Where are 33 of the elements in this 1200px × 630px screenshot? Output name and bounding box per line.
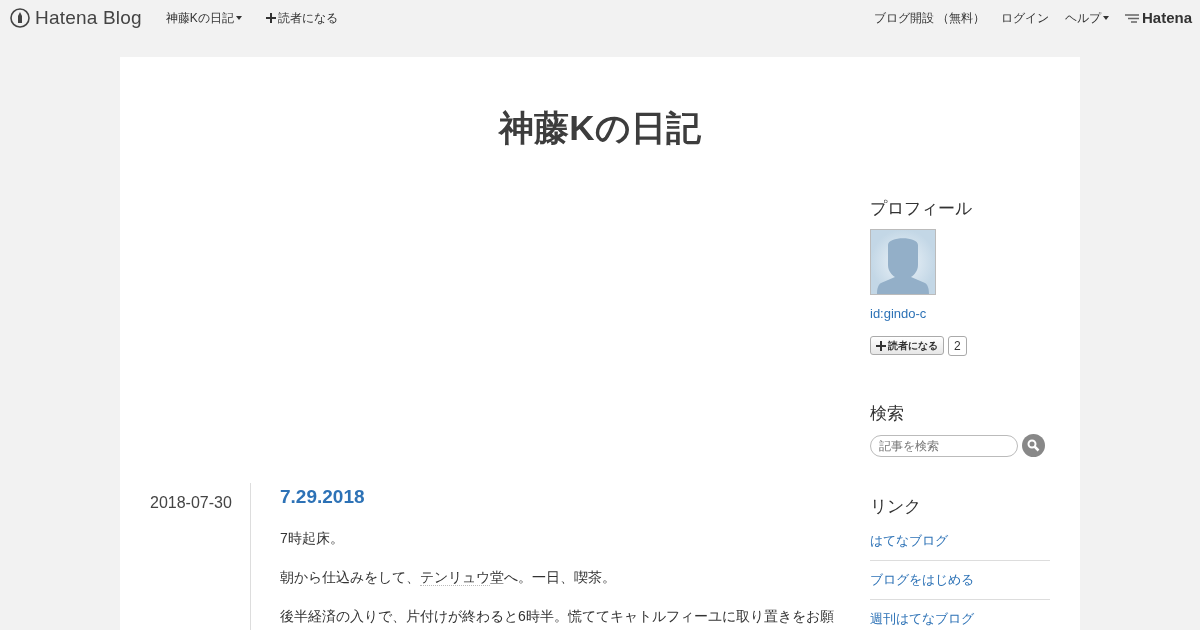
nav-link[interactable]: ブログ開設 （無料） [873,9,985,27]
logo-icon [10,8,30,28]
paragraph: 7時起床。 [280,528,345,548]
subscribe-button[interactable]: 読者になる [870,336,944,356]
section-heading: 検索 [870,403,905,425]
wind-icon [1124,13,1139,23]
section-heading: リンク [870,497,922,518]
paragraph: 朝から仕込みをして、テンリュウ堂へ。一日、喫茶。 [280,567,617,588]
caret-icon [1102,16,1109,20]
nav-link[interactable]: ログイン [1000,9,1049,27]
user-id-link[interactable]: id:gindo-c [870,304,927,324]
search-field[interactable]: 記事を検索 [870,434,1018,457]
nav-link[interactable]: 神藤Kの日記 [165,9,242,27]
search-button[interactable] [1022,434,1045,458]
plus-icon [265,13,276,23]
logo-link[interactable]: Hatena Blog [10,3,142,33]
sidebar-link[interactable]: ブログをはじめる [870,571,974,587]
entry-date: 2018-07-30 [150,494,232,511]
plus-icon [876,340,886,351]
nav-link[interactable]: ヘルプ [1064,9,1109,27]
entry-title-link[interactable]: 7.29.2018 [280,483,365,512]
subscriber-count: 2 [948,335,967,356]
paragraph: 後半経済の入りで、片付けが終わると6時半。慌ててキャトルフィーユに取り置きをお願 [280,606,834,626]
caret-icon [235,16,242,20]
nav-link[interactable]: 読者になる [265,9,338,27]
section-heading: プロフィール [870,199,973,220]
blog-title: 神藤Kの日記 [497,107,702,149]
search-icon [1027,439,1040,453]
keyword-link[interactable]: テンリュウ [420,568,490,586]
sidebar-link[interactable]: 週刊はてなブログ [870,610,974,626]
sidebar-link[interactable]: はてなブログ [870,532,948,548]
hatena-logo[interactable]: Hatena [1124,6,1192,30]
avatar-icon [870,229,936,296]
